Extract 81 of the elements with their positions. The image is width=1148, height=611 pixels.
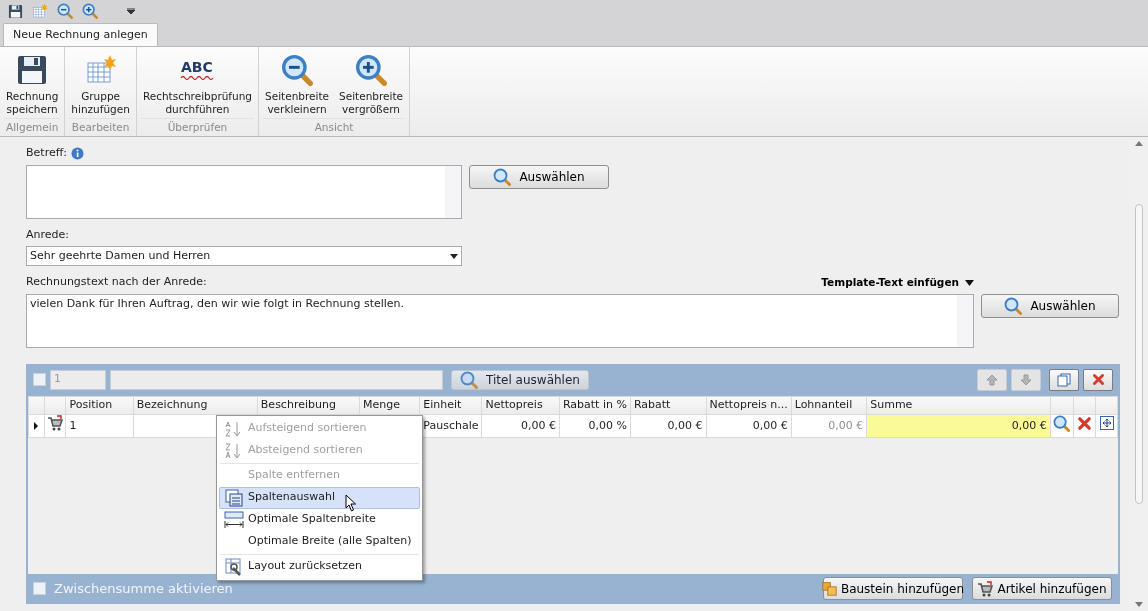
template-text-link[interactable]: Template-Text einfügen <box>821 274 974 291</box>
sort-descending-icon <box>225 441 243 460</box>
column-header[interactable]: Beschreibung <box>257 396 360 414</box>
column-width-icon <box>224 510 244 529</box>
cart-icon <box>47 415 64 431</box>
subject-field[interactable] <box>26 164 462 219</box>
table-star-icon <box>32 3 48 19</box>
column-header[interactable]: Rabatt <box>630 396 707 414</box>
table-wrench-icon <box>225 557 243 576</box>
row-expander-icon[interactable] <box>33 421 40 430</box>
delete-button[interactable] <box>1083 368 1113 391</box>
cart-icon <box>977 580 994 597</box>
select-button[interactable]: Auswählen <box>981 293 1119 318</box>
table-cell: 1 <box>65 414 134 438</box>
mouse-cursor-icon <box>345 493 358 512</box>
invoice-text-field[interactable]: vielen Dank für Ihren Auftrag, den wir wie folgt in Rechnung stellen. <box>26 293 974 348</box>
column-header[interactable]: Bezeichnung <box>133 396 258 414</box>
copy-button[interactable] <box>1049 368 1079 391</box>
ribbon-button[interactable]: Seitenbreite verkleinern <box>263 53 332 116</box>
zoom-out-icon <box>281 54 314 86</box>
select-button[interactable]: Auswählen <box>469 164 609 189</box>
dropdown-arrow-icon[interactable] <box>450 253 458 259</box>
boxes-icon <box>821 581 837 596</box>
menu-item[interactable]: Optimale Breite (alle Spalten) <box>219 530 420 553</box>
delete-icon <box>1091 373 1105 386</box>
search-icon <box>1004 296 1023 315</box>
field-label: Betreff: <box>26 145 67 161</box>
salutation-dropdown[interactable]: Sehr geehrte Damen und Herren <box>26 246 462 266</box>
menu-item[interactable]: Optimale Spaltenbreite <box>219 508 420 531</box>
column-header[interactable]: Lohnanteil <box>791 396 867 414</box>
ribbon-tab[interactable]: Neue Rechnung anlegen <box>3 23 158 46</box>
column-header[interactable]: Einheit <box>419 396 482 414</box>
column-header[interactable]: Menge <box>359 396 420 414</box>
ribbon-button[interactable]: Gruppe hinzufügen <box>69 53 132 116</box>
dropdown-arrow-icon[interactable] <box>127 8 135 14</box>
zoom-out-icon <box>57 3 73 19</box>
table-cell: 0,00 € <box>866 414 1051 438</box>
menu-item[interactable]: Layout zurücksetzen <box>219 552 420 578</box>
checkbox[interactable] <box>33 582 46 595</box>
column-header[interactable]: Nettopreis n... <box>706 396 792 414</box>
arrow-up-icon <box>986 373 998 386</box>
ribbon-button[interactable]: ABC Rechtschreibprüfung durchführen <box>140 53 255 116</box>
field-label: Anrede: <box>26 226 70 243</box>
menu-item[interactable]: Spaltenauswahl <box>219 486 420 509</box>
subtotal-label: Zwischensumme aktivieren <box>54 579 233 598</box>
search-icon <box>1053 414 1071 432</box>
ribbon-group-label: Überprüfen <box>140 118 255 138</box>
table-cell: 0,00 € <box>630 414 707 438</box>
table-cell: 0,00 € <box>706 414 792 438</box>
search-icon <box>493 167 512 186</box>
table-cell: 0,00 € <box>481 414 560 438</box>
column-header[interactable]: Summe <box>866 396 1051 414</box>
delete-icon <box>1076 415 1092 431</box>
table-star-icon <box>84 54 117 86</box>
ribbon-group-label: Bearbeiten <box>69 118 132 138</box>
field-label: Rechnungstext nach der Anrede: <box>26 274 207 290</box>
column-header[interactable]: Rabatt in % <box>559 396 631 414</box>
ribbon-group-label: Allgemein <box>4 118 61 138</box>
checkbox[interactable] <box>33 373 46 386</box>
ribbon-button[interactable]: Rechnung speichern <box>4 53 61 116</box>
ribbon-button[interactable]: Seitenbreite vergrößern <box>337 53 405 116</box>
add-button[interactable]: Baustein hinzufügen <box>823 577 963 600</box>
scroll-up-arrow-icon[interactable] <box>1135 141 1143 146</box>
info-icon <box>70 146 84 160</box>
search-icon <box>460 370 479 389</box>
arrow-down-icon <box>1020 373 1032 386</box>
table-cell: 0,00 % <box>559 414 631 438</box>
column-header[interactable]: Nettopreis <box>481 396 560 414</box>
ribbon-group-label: Ansicht <box>263 118 405 138</box>
column-header[interactable]: Position <box>65 396 134 414</box>
title-field[interactable] <box>110 369 443 390</box>
scroll-down-arrow-icon[interactable] <box>1135 602 1143 607</box>
column-list-icon <box>225 488 243 507</box>
table-cell: 0,00 € <box>791 414 867 438</box>
copy-icon <box>1057 372 1071 387</box>
sort-ascending-icon <box>225 419 243 438</box>
move-icon[interactable] <box>1099 416 1114 430</box>
zoom-in-icon <box>355 54 387 86</box>
add-button[interactable]: Artikel hinzufügen <box>972 577 1112 600</box>
zoom-in-icon <box>82 3 98 19</box>
dropdown-arrow-icon <box>965 279 974 286</box>
